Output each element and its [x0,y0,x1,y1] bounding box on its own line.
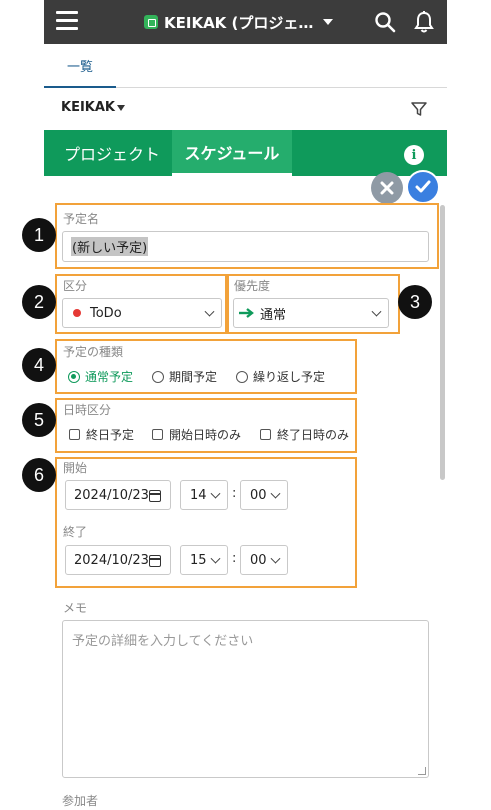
filter-bar: KEIKAK [44,88,447,130]
right-margin [447,0,491,810]
save-button[interactable] [406,170,440,204]
participants-label: 参加者 [62,794,99,808]
highlight-box-2 [55,274,227,334]
highlight-box-6 [55,457,357,588]
screen: KEIKAK (プロジェ… 一覧 KEIKAK プロジェクト スケジュール i … [0,0,491,810]
search-icon[interactable] [374,11,396,33]
tab-project[interactable]: プロジェクト [56,130,168,176]
memo-textarea[interactable]: 予定の詳細を入力してください [62,620,429,778]
filter-icon[interactable] [410,100,428,118]
callout-3: 3 [398,285,432,319]
callout-5: 5 [22,403,56,437]
callout-2: 2 [22,285,56,319]
app-switcher[interactable]: KEIKAK (プロジェ… [144,11,334,33]
project-filter-label: KEIKAK [61,100,115,115]
highlight-box-1 [55,203,439,269]
bell-icon[interactable] [413,10,435,34]
schedule-tab-bar: プロジェクト スケジュール i [44,130,447,176]
highlight-box-4 [55,339,357,394]
close-icon [380,181,394,195]
highlight-box-3 [227,274,400,334]
tab-schedule[interactable]: スケジュール [172,130,292,176]
view-tab-bar: 一覧 [44,44,447,88]
resize-handle-icon[interactable] [418,767,426,775]
app-title: KEIKAK (プロジェ… [164,13,314,32]
project-filter-dropdown[interactable]: KEIKAK [61,100,125,115]
callout-6: 6 [22,458,56,492]
chevron-down-icon [323,19,334,25]
info-icon[interactable]: i [404,145,424,165]
caret-down-icon [117,104,125,111]
check-icon [415,180,431,193]
highlight-box-5 [55,398,357,453]
callout-1: 1 [22,218,56,252]
memo-placeholder: 予定の詳細を入力してください [72,634,254,649]
hamburger-icon[interactable] [56,11,78,31]
scrollbar[interactable] [440,205,445,480]
top-app-bar: KEIKAK (プロジェ… [44,0,447,44]
memo-label: メモ [63,601,88,615]
tab-list[interactable]: 一覧 [44,44,116,88]
callout-4: 4 [22,348,56,382]
app-logo-icon [144,15,158,29]
cancel-button[interactable] [371,172,403,204]
